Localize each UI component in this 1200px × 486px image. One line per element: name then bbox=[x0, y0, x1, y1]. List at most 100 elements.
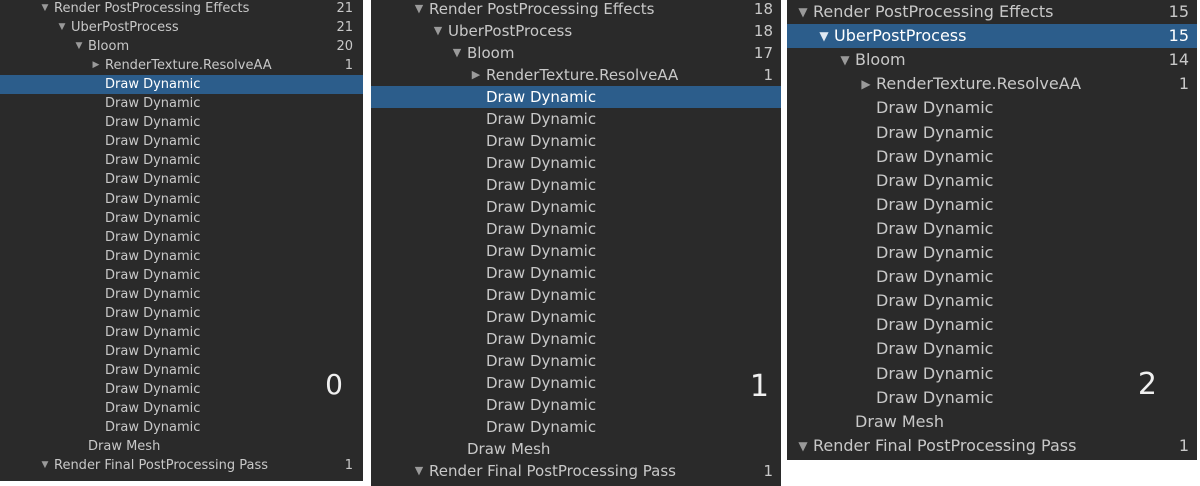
tree-row[interactable]: Draw Dynamic bbox=[371, 416, 781, 438]
tree-row[interactable]: Draw Dynamic bbox=[0, 266, 363, 285]
tree-row[interactable]: Draw Dynamic bbox=[371, 372, 781, 394]
tree-row-count: 15 bbox=[1168, 26, 1189, 46]
tree-row[interactable]: Draw Dynamic bbox=[371, 350, 781, 372]
tree-row[interactable]: Draw Dynamic bbox=[0, 228, 363, 247]
tree-row[interactable]: Draw Dynamic bbox=[371, 152, 781, 174]
panel-index-label: 0 bbox=[325, 368, 343, 401]
tree-row[interactable]: Draw Dynamic bbox=[371, 328, 781, 350]
expand-arrow-down-icon[interactable]: ▼ bbox=[411, 460, 427, 482]
tree-row[interactable]: Draw Dynamic bbox=[371, 86, 781, 108]
tree-row[interactable]: Draw Dynamic bbox=[787, 289, 1197, 313]
tree-row[interactable]: Draw Dynamic bbox=[0, 151, 363, 170]
tree-row-count: 1 bbox=[763, 66, 773, 84]
expand-arrow-down-icon[interactable]: ▼ bbox=[430, 20, 446, 42]
tree-row[interactable]: Draw Dynamic bbox=[0, 132, 363, 151]
tree-row[interactable]: ▼ Render Final PostProcessing Pass 1 bbox=[0, 456, 363, 475]
tree-row-label: Render PostProcessing Effects bbox=[54, 1, 250, 16]
tree-row-label: Draw Dynamic bbox=[105, 248, 201, 264]
tree-row-label: Draw Dynamic bbox=[105, 191, 201, 207]
tree-row[interactable]: Draw Dynamic bbox=[371, 262, 781, 284]
tree-row[interactable]: ▶ RenderTexture.ResolveAA 1 bbox=[371, 64, 781, 86]
tree-row-label: Draw Dynamic bbox=[486, 418, 597, 436]
tree-row[interactable]: Draw Dynamic bbox=[0, 418, 363, 437]
tree-row[interactable]: Draw Dynamic bbox=[371, 218, 781, 240]
tree-row[interactable]: Draw Dynamic bbox=[787, 96, 1197, 120]
tree-row[interactable]: Draw Dynamic bbox=[371, 108, 781, 130]
expand-arrow-right-icon[interactable]: ▶ bbox=[858, 72, 874, 96]
tree-row[interactable]: Draw Dynamic bbox=[0, 399, 363, 418]
tree-row[interactable]: Draw Dynamic bbox=[371, 196, 781, 218]
tree-row-label: Render Final PostProcessing Pass bbox=[813, 435, 1077, 455]
tree-row[interactable]: Draw Dynamic bbox=[787, 169, 1197, 193]
expand-arrow-down-icon[interactable]: ▼ bbox=[795, 434, 811, 458]
tree-row[interactable]: Draw Dynamic bbox=[787, 121, 1197, 145]
tree-row[interactable]: Draw Dynamic bbox=[371, 130, 781, 152]
expand-arrow-right-icon[interactable]: ▶ bbox=[468, 64, 484, 86]
tree-row[interactable]: Draw Dynamic bbox=[0, 247, 363, 266]
tree-row-count: 20 bbox=[336, 39, 353, 55]
tree-row[interactable]: Draw Dynamic bbox=[787, 386, 1197, 410]
tree-row-label: RenderTexture.ResolveAA bbox=[486, 66, 679, 84]
expand-arrow-down-icon[interactable]: ▼ bbox=[38, 0, 52, 18]
tree-row[interactable]: Draw Dynamic bbox=[787, 362, 1197, 386]
tree-row[interactable]: ▼ Render PostProcessing Effects 18 bbox=[371, 0, 781, 20]
tree-row[interactable]: Draw Dynamic bbox=[371, 306, 781, 328]
tree-row-label: Render Final PostProcessing Pass bbox=[429, 462, 676, 480]
tree-row-label: Draw Dynamic bbox=[876, 146, 994, 166]
tree-row[interactable]: Draw Dynamic bbox=[0, 342, 363, 361]
expand-arrow-down-icon[interactable]: ▼ bbox=[795, 0, 811, 24]
expand-arrow-down-icon[interactable]: ▼ bbox=[38, 456, 52, 475]
tree-row[interactable]: ▼ UberPostProcess 18 bbox=[371, 20, 781, 42]
tree-row[interactable]: Draw Dynamic bbox=[787, 337, 1197, 361]
tree-row[interactable]: ▼ UberPostProcess 21 bbox=[0, 18, 363, 37]
tree-row[interactable]: Draw Dynamic bbox=[0, 170, 363, 189]
tree-row[interactable]: Draw Dynamic bbox=[0, 113, 363, 132]
tree-row[interactable]: ▼ Render PostProcessing Effects 15 bbox=[787, 0, 1197, 24]
tree-row[interactable]: Draw Dynamic bbox=[371, 240, 781, 262]
tree-row[interactable]: Draw Mesh bbox=[787, 410, 1197, 434]
tree-row[interactable]: ▶ RenderTexture.ResolveAA 1 bbox=[0, 56, 363, 75]
tree-row-label: Render Final PostProcessing Pass bbox=[54, 458, 269, 474]
tree-row[interactable]: Draw Mesh bbox=[0, 437, 363, 456]
tree-row[interactable]: Draw Dynamic bbox=[0, 209, 363, 228]
expand-arrow-down-icon[interactable]: ▼ bbox=[411, 0, 427, 20]
tree-row[interactable]: Draw Dynamic bbox=[0, 323, 363, 342]
tree-row[interactable]: ▼ Bloom 14 bbox=[787, 48, 1197, 72]
tree-row[interactable]: Draw Dynamic bbox=[0, 304, 363, 323]
tree-row[interactable]: Draw Dynamic bbox=[787, 265, 1197, 289]
tree-row[interactable]: Draw Dynamic bbox=[787, 241, 1197, 265]
tree-row[interactable]: Draw Dynamic bbox=[0, 361, 363, 380]
tree-row-label: Draw Dynamic bbox=[486, 176, 597, 194]
tree-row[interactable]: ▼ Render Final PostProcessing Pass 1 bbox=[787, 434, 1197, 458]
tree-row[interactable]: ▼ Bloom 17 bbox=[371, 42, 781, 64]
tree-row-label: Draw Dynamic bbox=[105, 362, 201, 378]
tree-row-label: Draw Dynamic bbox=[486, 308, 597, 326]
tree-row[interactable]: ▼ Bloom 20 bbox=[0, 37, 363, 56]
tree-row[interactable]: Draw Dynamic bbox=[0, 94, 363, 113]
tree-row[interactable]: Draw Dynamic bbox=[0, 75, 363, 95]
tree-row[interactable]: ▼ UberPostProcess 15 bbox=[787, 24, 1197, 49]
tree-row[interactable]: Draw Dynamic bbox=[371, 394, 781, 416]
tree-row[interactable]: Draw Dynamic bbox=[0, 190, 363, 209]
tree-row[interactable]: Draw Dynamic bbox=[787, 145, 1197, 169]
expand-arrow-down-icon[interactable]: ▼ bbox=[837, 48, 853, 72]
tree-row[interactable]: Draw Dynamic bbox=[787, 193, 1197, 217]
tree-row[interactable]: Draw Dynamic bbox=[787, 217, 1197, 241]
tree-row[interactable]: ▼ Render Final PostProcessing Pass 1 bbox=[371, 460, 781, 482]
tree-row[interactable]: ▼ Render PostProcessing Effects 21 bbox=[0, 0, 363, 18]
tree-row-label: Draw Dynamic bbox=[486, 286, 597, 304]
expand-arrow-down-icon[interactable]: ▼ bbox=[449, 42, 465, 64]
tree-row-label: Draw Dynamic bbox=[105, 324, 201, 340]
expand-arrow-right-icon[interactable]: ▶ bbox=[89, 56, 103, 75]
expand-arrow-down-icon[interactable]: ▼ bbox=[72, 37, 86, 56]
tree-row[interactable]: Draw Mesh bbox=[371, 438, 781, 460]
tree-row[interactable]: ▶ RenderTexture.ResolveAA 1 bbox=[787, 72, 1197, 96]
tree-row[interactable]: Draw Dynamic bbox=[371, 284, 781, 306]
expand-arrow-down-icon[interactable]: ▼ bbox=[816, 24, 832, 48]
expand-arrow-down-icon[interactable]: ▼ bbox=[55, 18, 69, 37]
tree-row[interactable]: Draw Dynamic bbox=[0, 380, 363, 399]
tree-row[interactable]: Draw Dynamic bbox=[0, 285, 363, 304]
tree-row-label: Draw Dynamic bbox=[486, 88, 597, 106]
tree-row[interactable]: Draw Dynamic bbox=[371, 174, 781, 196]
tree-row[interactable]: Draw Dynamic bbox=[787, 313, 1197, 337]
